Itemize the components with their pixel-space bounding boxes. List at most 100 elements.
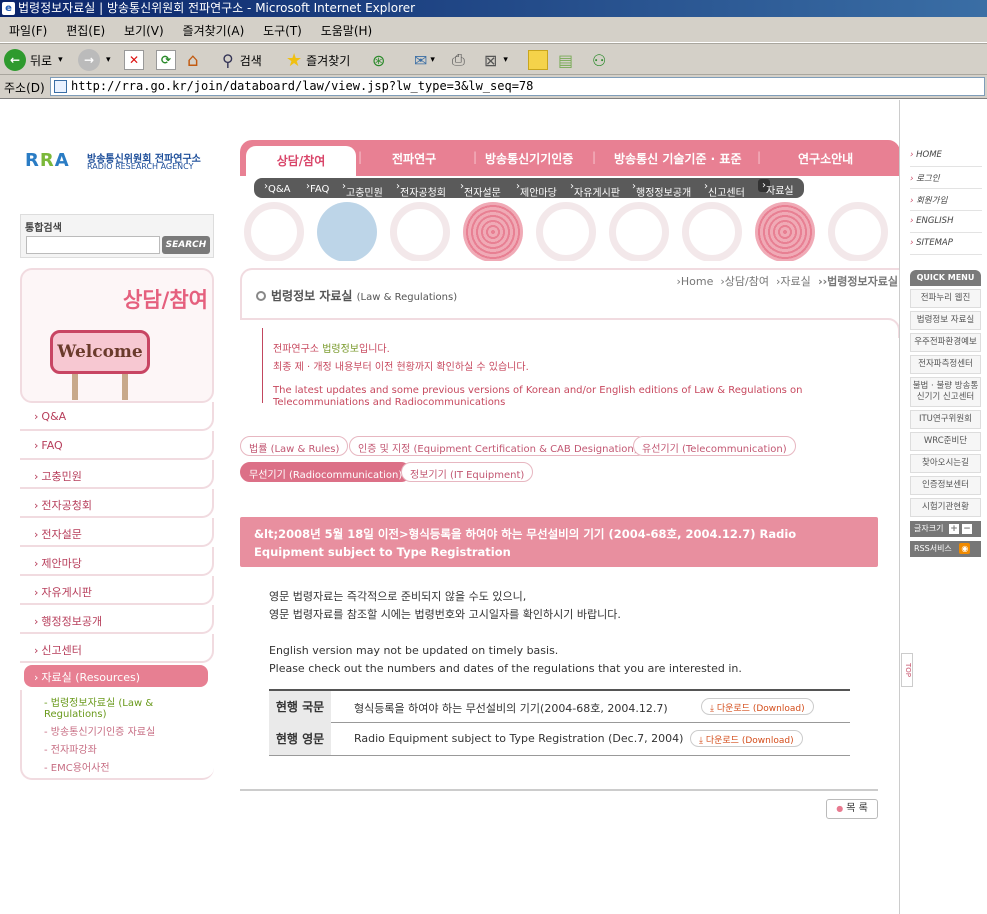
breadcrumb-resources[interactable]: ›자료실 bbox=[772, 275, 811, 288]
gnb-certification[interactable]: 방송통신기기인증 bbox=[485, 150, 573, 167]
research-button[interactable]: ▤ bbox=[558, 48, 573, 72]
edit-button[interactable]: ⊠ ▾ bbox=[484, 48, 508, 72]
left-menu-report[interactable]: › 신고센터 bbox=[20, 634, 214, 663]
search-button[interactable]: ⚲ 검색 bbox=[222, 48, 262, 72]
util-english[interactable]: ENGLISH bbox=[910, 211, 982, 233]
download-button[interactable]: 다운로드 (Download) bbox=[701, 698, 814, 715]
left-sub-law[interactable]: - 법령정보자료실 (Law & Regulations) bbox=[44, 694, 214, 720]
left-sub-cert[interactable]: - 방송통신기기인증 자료실 bbox=[44, 723, 214, 738]
gnb-consult[interactable]: 상담/참여 bbox=[246, 146, 356, 180]
category-it-equipment[interactable]: 정보기기 (IT Equipment) bbox=[401, 462, 534, 482]
util-join[interactable]: 회원가입 bbox=[910, 189, 982, 211]
left-menu-resources[interactable]: › 자료실 (Resources) bbox=[24, 665, 208, 687]
print-button[interactable]: ⎙ bbox=[452, 48, 465, 72]
quick-cert-info[interactable]: 인증정보센터 bbox=[910, 476, 981, 495]
left-menu-qna[interactable]: › Q&A bbox=[20, 402, 214, 431]
left-sub-lecture[interactable]: - 전자파강좌 bbox=[44, 741, 214, 756]
quick-law[interactable]: 법령정보 자료실 bbox=[910, 311, 981, 330]
search-submit-button[interactable]: SEARCH bbox=[162, 236, 210, 254]
back-button[interactable]: ← 뒤로 ▾ bbox=[4, 48, 63, 72]
list-button[interactable]: 목 록 bbox=[826, 799, 878, 819]
gnb-about[interactable]: 연구소안내 bbox=[798, 150, 853, 167]
quick-wrc[interactable]: WRC준비단 bbox=[910, 432, 981, 451]
rss-service[interactable]: RSS서비스 ◉ bbox=[910, 541, 981, 557]
category-certification[interactable]: 인증 및 지정 (Equipment Certification & CAB D… bbox=[349, 436, 647, 456]
menu-tools[interactable]: 도구(T) bbox=[263, 22, 302, 39]
stop-button[interactable]: ✕ bbox=[124, 48, 144, 72]
forward-button[interactable]: → ▾ bbox=[78, 48, 111, 72]
category-law[interactable]: 법률 (Law & Rules) bbox=[240, 436, 349, 456]
category-telecommunication[interactable]: 유선기기 (Telecommunication) bbox=[633, 436, 796, 456]
site-logo[interactable]: RRA 방송통신위원회 전파연구소 RADIO RESEARCH AGENCY bbox=[25, 150, 215, 172]
file-title: 형식등록을 하여야 하는 무선설비의 기기(2004-68호, 2004.12.… bbox=[354, 702, 668, 715]
menu-view[interactable]: 보기(V) bbox=[124, 22, 164, 39]
refresh-button[interactable]: ⟳ bbox=[156, 48, 176, 72]
left-menu-board[interactable]: › 자유게시판 bbox=[20, 576, 214, 605]
left-menu-proposal[interactable]: › 제안마당 bbox=[20, 547, 214, 576]
gnb-research[interactable]: 전파연구 bbox=[392, 150, 436, 167]
lnb-qna[interactable]: › Q&A bbox=[264, 181, 291, 195]
logo-org-en: RADIO RESEARCH AGENCY bbox=[87, 162, 194, 171]
category-radiocommunication[interactable]: 무선기기 (Radiocommunication) bbox=[240, 462, 412, 482]
deco-circle bbox=[828, 202, 888, 261]
menu-help[interactable]: 도움말(H) bbox=[321, 22, 373, 39]
zoom-out-icon[interactable]: − bbox=[962, 524, 972, 534]
deco-circle bbox=[244, 202, 304, 261]
history-button[interactable]: ⊛ bbox=[372, 48, 385, 72]
quick-directions[interactable]: 찾아오시는길 bbox=[910, 454, 981, 473]
search-icon: ⚲ bbox=[222, 50, 234, 70]
lnb-hearing[interactable]: › 전자공청회 bbox=[396, 181, 446, 199]
breadcrumb-home[interactable]: ›Home bbox=[676, 275, 713, 288]
lnb-disclosure[interactable]: › 행정정보공개 bbox=[632, 181, 691, 199]
deco-circle bbox=[755, 202, 815, 261]
search-input[interactable] bbox=[26, 236, 160, 254]
address-input[interactable]: http://rra.go.kr/join/databoard/law/view… bbox=[50, 77, 985, 96]
top-button[interactable]: TOP bbox=[901, 653, 913, 687]
zoom-in-icon[interactable]: + bbox=[949, 524, 959, 534]
lnb-board[interactable]: › 자유게시판 bbox=[570, 181, 620, 199]
quick-webzine[interactable]: 전파누리 웹진 bbox=[910, 289, 981, 308]
lnb-complaint[interactable]: › 고충민원 bbox=[342, 181, 383, 199]
menu-file[interactable]: 파일(F) bbox=[9, 22, 47, 39]
left-menu-complaint[interactable]: › 고충민원 bbox=[20, 460, 214, 489]
lnb-proposal[interactable]: › 제안마당 bbox=[516, 181, 557, 199]
download-button[interactable]: 다운로드 (Download) bbox=[690, 730, 803, 747]
notice-ko-1: 영문 법령자료는 즉각적으로 준비되지 않을 수도 있으니, bbox=[269, 590, 527, 603]
breadcrumb-consult[interactable]: ›상담/참여 bbox=[717, 275, 769, 288]
arrow-icon: › bbox=[34, 615, 39, 628]
divider: | bbox=[592, 150, 597, 164]
util-login[interactable]: 로그인 bbox=[910, 167, 982, 189]
quick-test-labs[interactable]: 시험기관현황 bbox=[910, 498, 981, 517]
logo-mark: RRA bbox=[25, 150, 70, 171]
dropdown-arrow-icon: ▾ bbox=[430, 55, 435, 65]
mail-button[interactable]: ✉ ▾ bbox=[414, 48, 435, 72]
favorites-button[interactable]: ★ 즐겨찾기 bbox=[286, 48, 350, 72]
gnb-standards[interactable]: 방송통신 기술기준 · 표준 bbox=[614, 150, 742, 167]
left-menu-faq[interactable]: › FAQ bbox=[20, 431, 214, 460]
breadcrumb-current: ››법령정보자료실 bbox=[814, 275, 898, 288]
circle-bullet-icon bbox=[256, 291, 266, 301]
dropdown-arrow-icon: ▾ bbox=[58, 55, 63, 65]
quick-illegal-report[interactable]: 불법 · 불량 방송통신기기 신고센터 bbox=[910, 377, 981, 407]
quick-emf-center[interactable]: 전자파측정센터 bbox=[910, 355, 981, 374]
lnb-survey[interactable]: › 전자설문 bbox=[460, 181, 501, 199]
util-sitemap[interactable]: SITEMAP bbox=[910, 233, 982, 255]
home-button[interactable]: ⌂ bbox=[187, 48, 198, 72]
search-label: 통합검색 bbox=[25, 223, 62, 234]
global-nav: 상담/참여 | 전파연구 | 방송통신기기인증 | 방송통신 기술기준 · 표준… bbox=[240, 140, 900, 180]
left-sub-emc[interactable]: - EMC용어사전 bbox=[44, 759, 214, 774]
lnb-report[interactable]: › 신고센터 bbox=[704, 181, 745, 199]
quick-itu[interactable]: ITU연구위원회 bbox=[910, 410, 981, 429]
quick-space-weather[interactable]: 우주전파환경예보 bbox=[910, 333, 981, 352]
printer-icon: ⎙ bbox=[452, 50, 465, 69]
lnb-faq[interactable]: › FAQ bbox=[306, 181, 329, 195]
left-menu-hearing[interactable]: › 전자공청회 bbox=[20, 489, 214, 518]
messenger-button[interactable]: ⚇ bbox=[592, 48, 606, 72]
left-menu-disclosure[interactable]: › 행정정보공개 bbox=[20, 605, 214, 634]
discuss-button[interactable] bbox=[528, 48, 548, 72]
lnb-resources[interactable]: › 자료실 bbox=[758, 179, 794, 197]
menu-edit[interactable]: 편집(E) bbox=[66, 22, 105, 39]
left-menu-survey[interactable]: › 전자설문 bbox=[20, 518, 214, 547]
menu-favorites[interactable]: 즐겨찾기(A) bbox=[183, 22, 245, 39]
util-home[interactable]: HOME bbox=[910, 145, 982, 167]
